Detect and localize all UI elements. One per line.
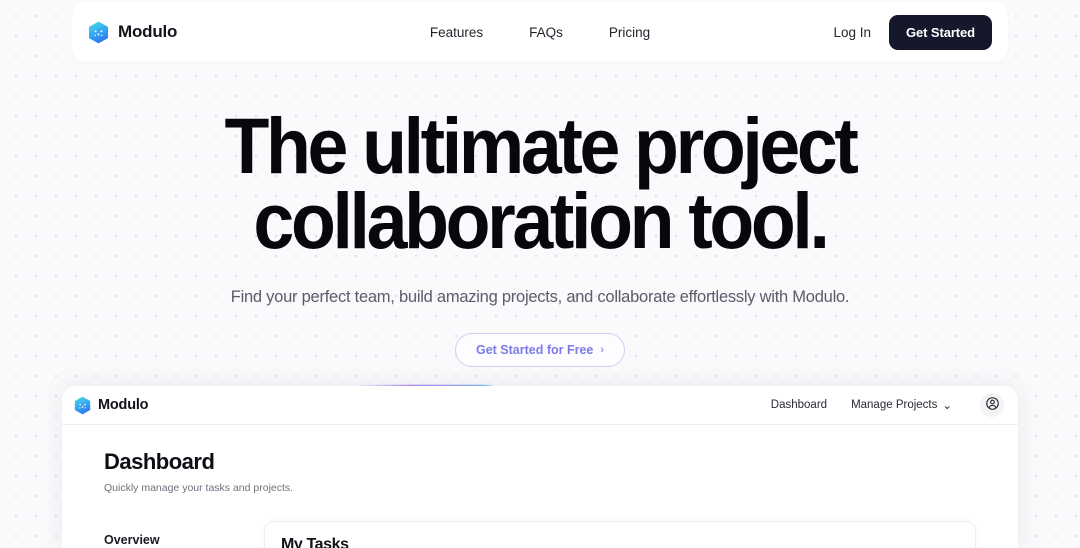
dashboard-brand-logo[interactable]: Modulo xyxy=(74,396,149,415)
user-circle-icon xyxy=(985,396,1000,414)
hero-section: The ultimate project collaboration tool.… xyxy=(0,106,1080,368)
chevron-down-icon: ⌄ xyxy=(942,400,952,412)
nav-link-features[interactable]: Features xyxy=(430,25,483,40)
hero-cta-wrapper: Get Started for Free › xyxy=(0,333,1080,368)
login-link[interactable]: Log In xyxy=(833,25,871,40)
dashboard-body: Dashboard Quickly manage your tasks and … xyxy=(62,425,1018,548)
my-tasks-card: My Tasks xyxy=(264,521,976,548)
user-account-button[interactable] xyxy=(980,393,1004,417)
hexagon-cube-logo-icon xyxy=(88,21,109,44)
dashboard-preview-panel: Modulo Dashboard Manage Projects ⌄ Dashb… xyxy=(62,386,1018,548)
get-started-free-label: Get Started for Free xyxy=(475,343,594,358)
nav-actions: Log In Get Started xyxy=(833,14,992,50)
get-started-button[interactable]: Get Started xyxy=(889,14,992,50)
dashboard-nav-label: Dashboard xyxy=(770,399,828,411)
sidebar-item-overview[interactable]: Overview xyxy=(104,521,264,548)
dashboard-nav: Dashboard Manage Projects ⌄ xyxy=(771,393,1004,417)
dashboard-navbar: Modulo Dashboard Manage Projects ⌄ xyxy=(62,386,1018,425)
chevron-right-icon: › xyxy=(600,344,605,357)
dashboard-page-subtitle: Quickly manage your tasks and projects. xyxy=(104,482,294,494)
dashboard-brand-name: Modulo xyxy=(98,397,149,413)
brand-logo[interactable]: Modulo xyxy=(88,21,177,44)
hexagon-cube-logo-icon xyxy=(74,396,91,415)
nav-link-faqs[interactable]: FAQs xyxy=(529,25,563,40)
dashboard-nav-item-dashboard[interactable]: Dashboard xyxy=(771,399,827,411)
manage-projects-label: Manage Projects xyxy=(851,399,938,411)
hero-subtitle: Find your perfect team, build amazing pr… xyxy=(230,288,850,307)
page-root: Modulo Features FAQs Pricing Log In Get … xyxy=(0,0,1080,548)
nav-link-pricing[interactable]: Pricing xyxy=(609,25,650,40)
dashboard-content-columns: Overview My Tasks xyxy=(104,521,976,548)
get-started-free-button[interactable]: Get Started for Free › xyxy=(454,333,626,368)
hero-headline-line-2: collaboration tool. xyxy=(253,176,829,266)
hero-headline: The ultimate project collaboration tool. xyxy=(38,106,1042,260)
dashboard-nav-item-manage-projects[interactable]: Manage Projects ⌄ xyxy=(851,398,952,412)
dashboard-page-title: Dashboard xyxy=(104,449,215,474)
top-navbar: Modulo Features FAQs Pricing Log In Get … xyxy=(72,2,1008,62)
my-tasks-card-title: My Tasks xyxy=(281,536,349,548)
brand-name: Modulo xyxy=(118,22,178,41)
